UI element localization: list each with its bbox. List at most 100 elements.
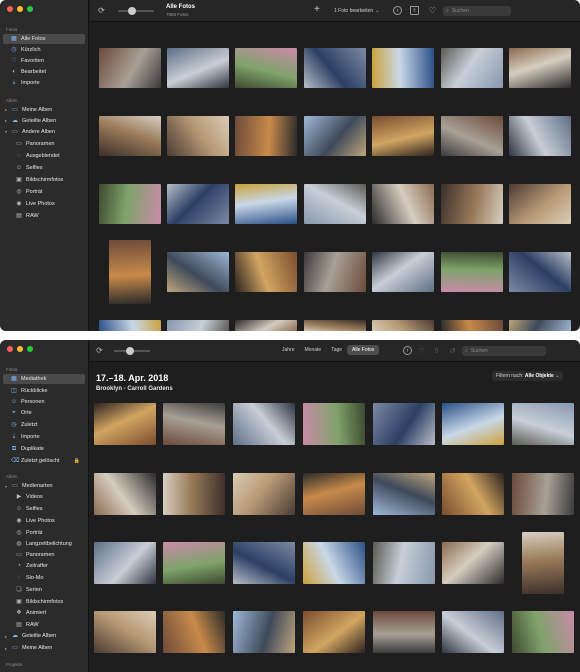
photo-thumbnail[interactable] [442,611,504,653]
close-window-button[interactable] [7,346,13,352]
photo-thumbnail[interactable] [372,116,434,156]
photo-thumbnail[interactable] [303,473,365,515]
search-field[interactable]: ⌕ Suchen [443,6,511,16]
photo-thumbnail[interactable] [441,184,503,224]
sidebar-item-live-photos[interactable]: ◉ Live Photos [3,199,85,209]
photo-thumbnail[interactable] [372,252,434,292]
photo-thumbnail[interactable] [442,403,504,445]
photo-thumbnail[interactable] [163,403,225,445]
zoom-slider-knob[interactable] [128,7,136,15]
sidebar-item-favoriten[interactable]: ♡ Favoriten [3,56,85,66]
photo-thumbnail[interactable] [509,320,571,331]
close-window-button[interactable] [7,6,13,12]
sidebar-item-bildschirmfotos[interactable]: ▣ Bildschirmfotos [3,175,85,185]
photo-thumbnail[interactable] [512,403,574,445]
photo-thumbnail[interactable] [373,611,435,653]
search-field[interactable]: ⌕ Suchen [462,346,546,356]
photo-thumbnail[interactable] [304,252,366,292]
photo-thumbnail[interactable] [167,116,229,156]
sidebar-item-meine-alben[interactable]: ▭ Meine Alben [3,643,85,653]
sidebar-item-medienarten[interactable]: ▭ Medienarten [3,481,85,491]
photo-thumbnail[interactable] [233,473,295,515]
share-icon[interactable]: ⇧ [410,6,419,15]
favorite-heart-icon[interactable]: ♡ [417,346,426,355]
photo-thumbnail[interactable] [304,116,366,156]
zoom-window-button[interactable] [27,6,33,12]
photo-thumbnail[interactable] [509,116,571,156]
zoom-window-button[interactable] [27,346,33,352]
photo-thumbnail[interactable] [441,48,503,88]
minimize-window-button[interactable] [17,346,23,352]
edit-photo-menu[interactable]: 1 Foto bearbeiten ⌄ [334,8,379,14]
photo-thumbnail[interactable] [304,184,366,224]
photo-thumbnail[interactable] [512,473,574,515]
sidebar-item-kuerzlich[interactable]: ◷ Kürzlich [3,45,85,55]
photo-thumbnail[interactable] [109,240,151,304]
photo-thumbnail[interactable] [167,252,229,292]
zoom-slider-knob[interactable] [126,347,134,355]
sidebar-item-meine-alben[interactable]: ▭ Meine Alben [3,105,85,115]
sidebar-item-raw[interactable]: ▤ RAW [3,620,85,630]
segment-tage[interactable]: Tage [326,345,347,355]
minimize-window-button[interactable] [17,6,23,12]
photo-thumbnail[interactable] [167,184,229,224]
photo-thumbnail[interactable] [99,320,161,331]
photo-thumbnail[interactable] [94,611,156,653]
location-heading[interactable]: Brooklyn - Carroll Gardens [96,386,173,392]
photo-thumbnail[interactable] [163,611,225,653]
photo-thumbnail[interactable] [94,403,156,445]
photo-thumbnail[interactable] [99,116,161,156]
zoom-slider[interactable] [118,7,154,15]
photo-thumbnail[interactable] [233,542,295,584]
sidebar-item-zuletzt-geloescht[interactable]: ⌫ Zuletzt gelöscht 🔒 [3,456,85,466]
photo-thumbnail[interactable] [94,473,156,515]
rotate-left-icon[interactable]: ↺ [448,346,457,355]
favorite-heart-icon[interactable]: ♡ [428,6,437,15]
share-icon[interactable]: ⇧ [432,346,441,355]
photo-thumbnail[interactable] [94,542,156,584]
sidebar-item-andere-alben[interactable]: ▭ Andere Alben [3,127,85,137]
sidebar-item-live-photos[interactable]: ◉ Live Photos [3,516,85,526]
photo-thumbnail[interactable] [235,320,297,331]
photo-thumbnail[interactable] [373,403,435,445]
photo-thumbnail[interactable] [509,184,571,224]
photo-thumbnail[interactable] [304,320,366,331]
sidebar-item-bildschirmfotos[interactable]: ▣ Bildschirmfotos [3,597,85,607]
photo-thumbnail[interactable] [372,320,434,331]
sidebar-item-zeitraffer[interactable]: ◔ Zeitraffer [3,561,85,571]
sidebar-item-langzeitbelichtung[interactable]: ◍ Langzeitbelichtung [3,539,85,549]
sidebar-item-alle-fotos[interactable]: ▦ Alle Fotos [3,34,85,44]
photo-thumbnail[interactable] [522,532,564,594]
sidebar-item-importe[interactable]: ⇣ Importe [3,78,85,88]
sidebar-item-duplikate[interactable]: ⧉ Duplikate [3,444,85,454]
photo-thumbnail[interactable] [235,184,297,224]
photo-thumbnail[interactable] [372,184,434,224]
rotate-icon[interactable]: ⟳ [97,6,106,15]
photo-thumbnail[interactable] [99,184,161,224]
info-icon[interactable]: i [403,346,412,355]
photo-thumbnail[interactable] [509,48,571,88]
sidebar-item-personen[interactable]: ☺ Personen [3,397,85,407]
sidebar-item-geteilte-alben[interactable]: ☁ Geteilte Alben [3,116,85,126]
rotate-icon[interactable]: ⟳ [95,346,104,355]
sidebar-item-bearbeitet[interactable]: ◐ Bearbeitet [3,67,85,77]
sidebar-item-selfies[interactable]: ☺ Selfies [3,504,85,514]
sidebar-item-panoramen[interactable]: ▭ Panoramen [3,550,85,560]
photo-thumbnail[interactable] [441,116,503,156]
photo-thumbnail[interactable] [441,252,503,292]
photo-thumbnail[interactable] [373,542,435,584]
sidebar-item-panoramen[interactable]: ▭ Panoramen [3,139,85,149]
sidebar-item-zuletzt[interactable]: ◷ Zuletzt [3,420,85,430]
sidebar-item-serien[interactable]: ❏ Serien [3,585,85,595]
photo-thumbnail[interactable] [163,473,225,515]
sidebar-item-selfies[interactable]: ☺ Selfies [3,163,85,173]
sidebar-item-importe[interactable]: ⇣ Importe [3,432,85,442]
sidebar-item-raw[interactable]: ▤ RAW [3,211,85,221]
info-icon[interactable]: i [393,6,402,15]
photo-thumbnail[interactable] [509,252,571,292]
segment-jahre[interactable]: Jahre [277,345,300,355]
sidebar-item-mediathek[interactable]: ▦ Mediathek [3,374,85,384]
filter-menu[interactable]: Filtern nach: Alle Objekte ⌄ [492,371,564,381]
photo-thumbnail[interactable] [167,320,229,331]
photo-thumbnail[interactable] [235,252,297,292]
